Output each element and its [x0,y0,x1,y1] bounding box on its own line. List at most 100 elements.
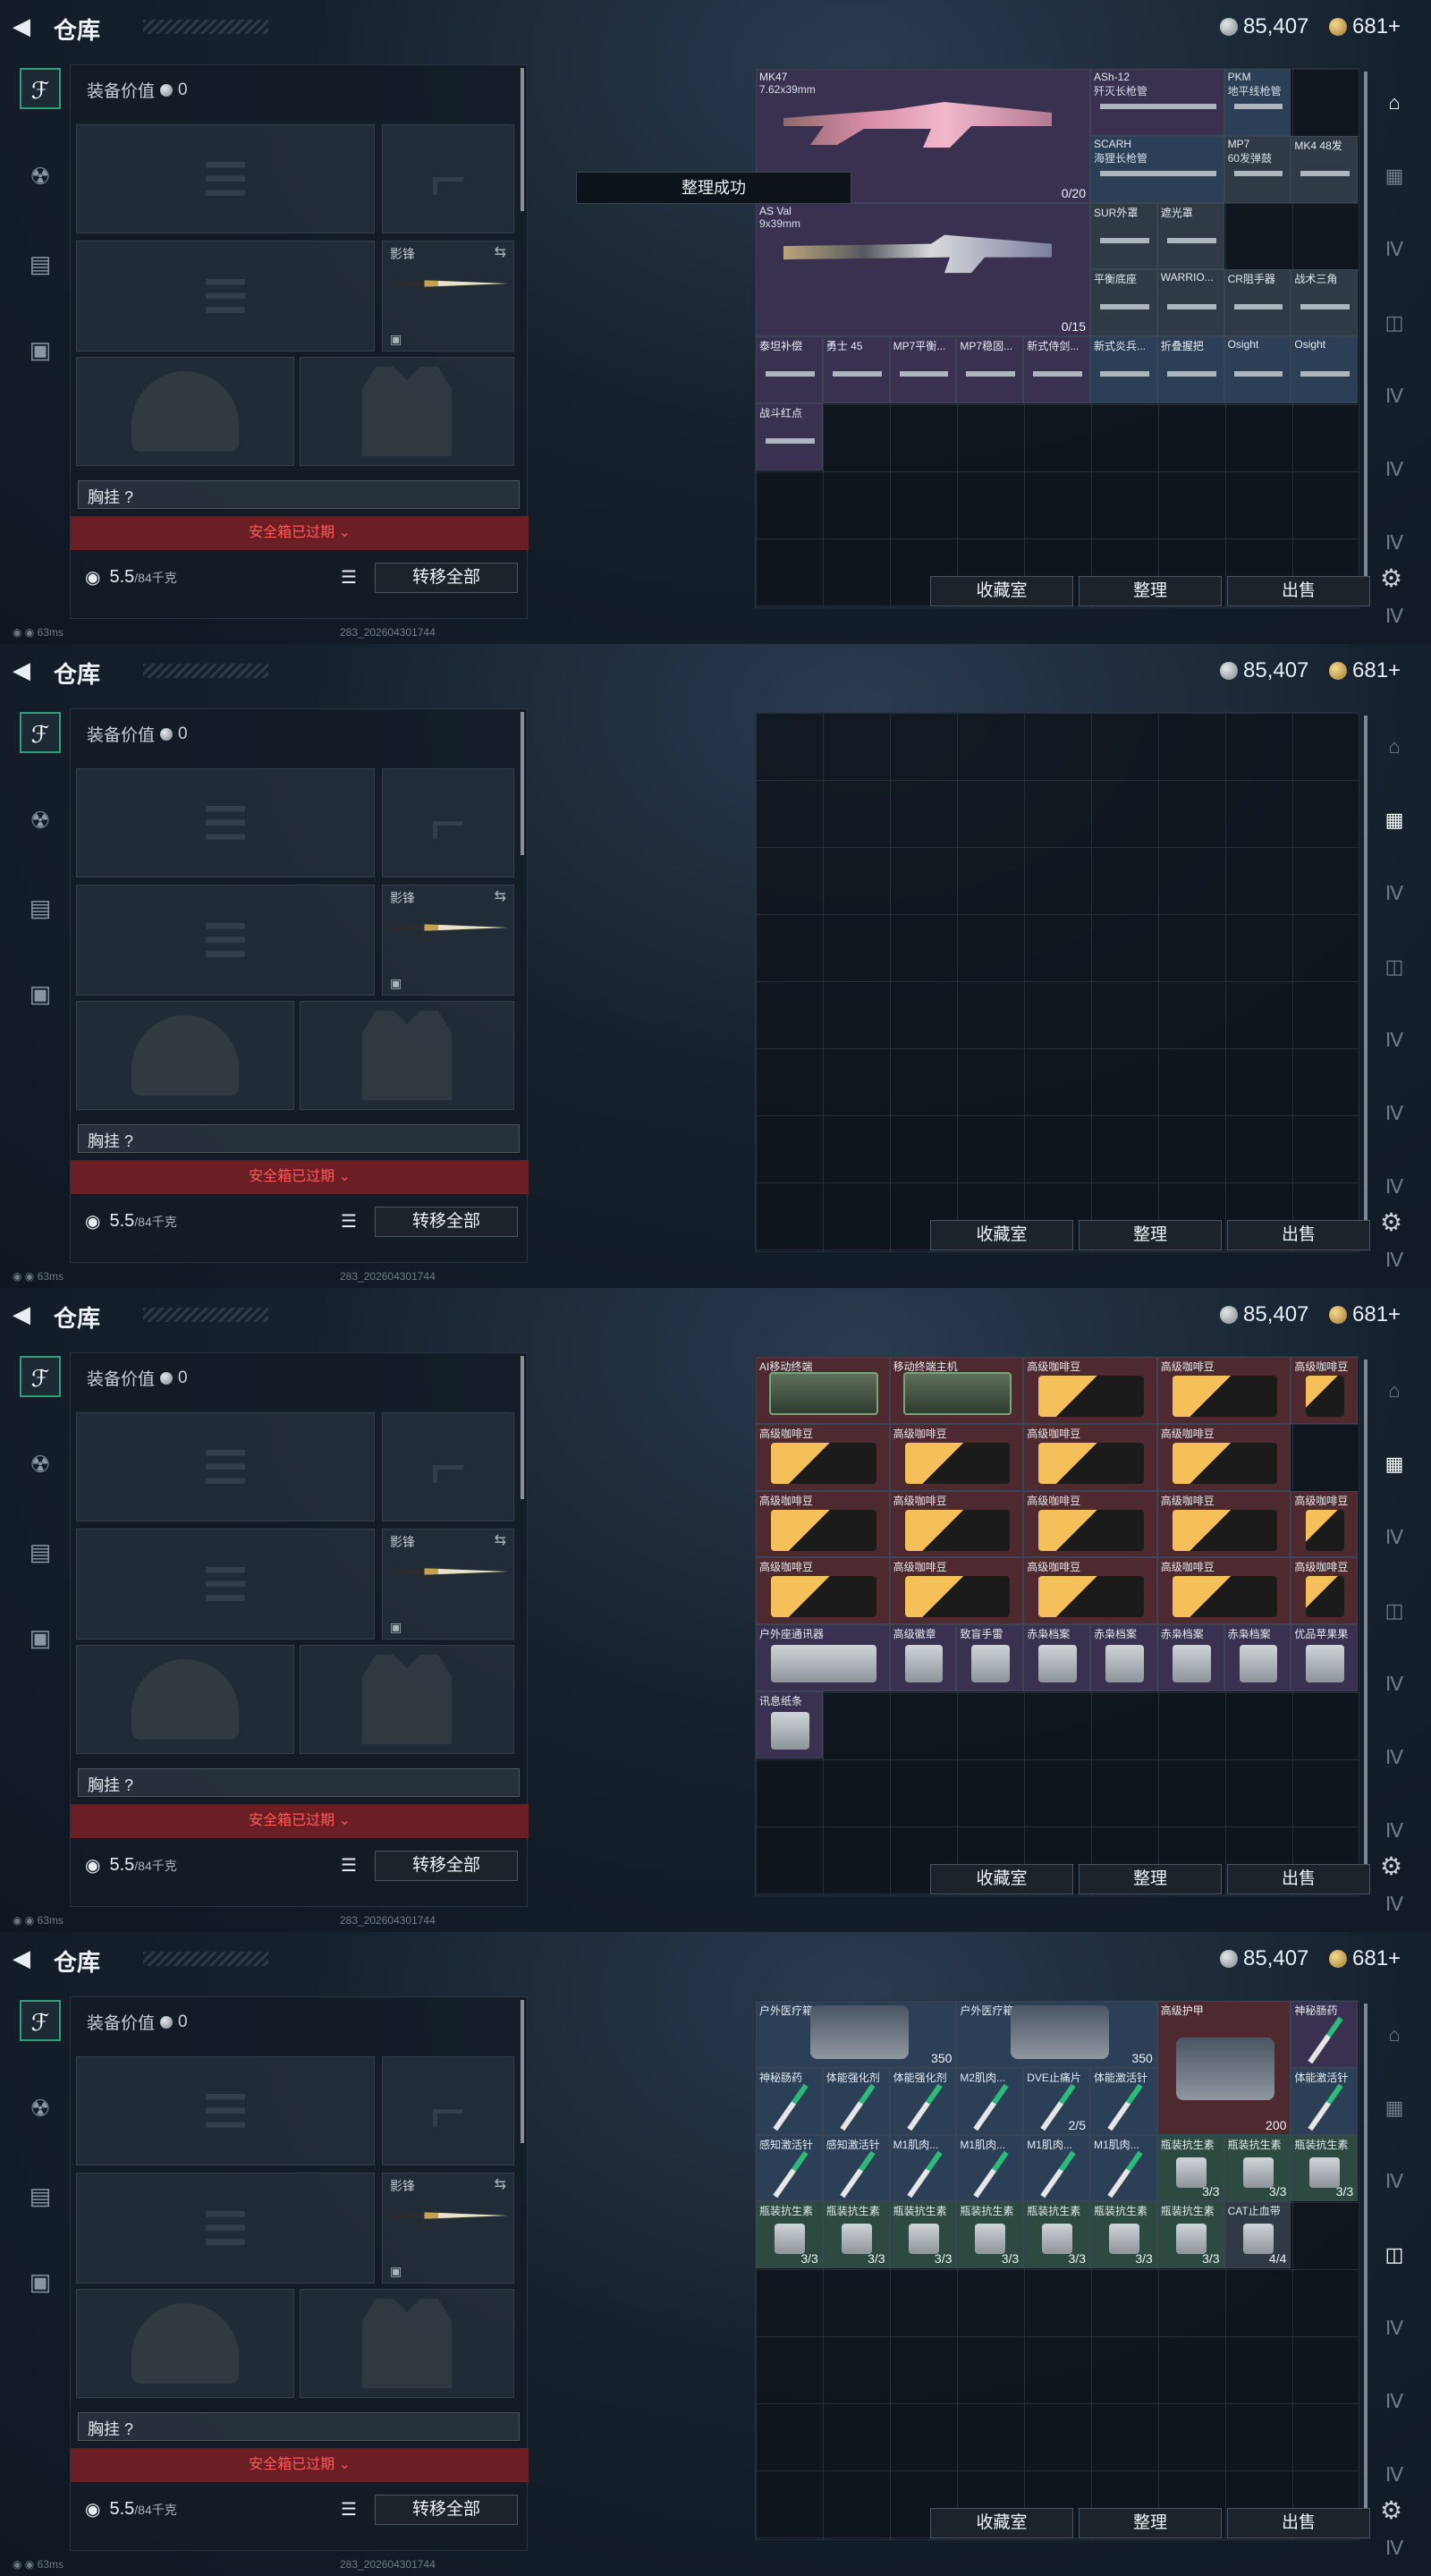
attachment-filter-icon[interactable]: ◫ [1377,306,1411,340]
inventory-item[interactable]: Osight [1291,336,1359,403]
inventory-item[interactable]: 体能强化剂 [889,2067,957,2135]
list-icon[interactable]: ☰ [341,1210,357,1233]
level-iv-filter-icon[interactable]: Ⅳ [1377,1667,1411,1701]
loadout-scrollbar[interactable] [521,1356,524,1499]
chest-rig-slot[interactable]: 胸挂 ? [78,1124,520,1153]
collection-room-button[interactable]: 收藏室 [930,1864,1073,1894]
backpack-tab-icon[interactable]: ▤ [20,243,61,284]
inventory-item[interactable]: MP7平衡... [889,336,957,403]
inventory-item[interactable]: M2肌肉... [956,2067,1024,2135]
inventory-item[interactable]: CR阻手器 [1224,269,1291,337]
attachment-filter-icon[interactable]: ◫ [1377,950,1411,984]
collection-room-button[interactable]: 收藏室 [930,1220,1073,1250]
level-iv-filter-icon[interactable]: Ⅳ [1377,526,1411,560]
inventory-item[interactable]: 高级咖啡豆 [889,1490,1024,1558]
inventory-item[interactable]: 瓶装抗生素 3/3 [756,2201,823,2269]
gold-currency[interactable]: 681+ [1329,14,1401,39]
transfer-all-button[interactable]: 转移全部 [375,1207,518,1237]
inventory-item[interactable]: 瓶装抗生素 3/3 [1156,2201,1224,2269]
case-tab-icon[interactable]: ▣ [20,329,61,370]
inventory-item[interactable]: 瓶装抗生素 3/3 [1291,2134,1359,2202]
back-arrow-icon[interactable]: ◀ [13,13,39,39]
level-iv-filter-icon[interactable]: Ⅳ [1377,2165,1411,2199]
helmet-slot[interactable] [76,1645,294,1754]
list-icon[interactable]: ☰ [341,566,357,589]
loadout-scrollbar[interactable] [521,2000,524,2143]
helmet-slot[interactable] [76,357,294,466]
inventory-item[interactable]: M1肌肉... [1090,2134,1157,2202]
inventory-item[interactable]: 赤枭档案 [1156,1624,1224,1691]
loadout-scrollbar[interactable] [521,712,524,855]
sort-button[interactable]: 整理 [1079,2508,1222,2538]
secondary-weapon-slot[interactable]: ≡ [76,885,375,996]
melee-slot[interactable]: 影锋 ⇆ ▣ [382,885,514,996]
armor-slot[interactable] [300,1645,514,1754]
inventory-item[interactable]: 高级咖啡豆 [1023,1557,1157,1625]
inventory-item[interactable]: 移动终端主机 [889,1357,1024,1424]
weapon-filter-icon[interactable]: ▦ [1377,159,1411,193]
level-iv-filter-icon[interactable]: Ⅳ [1377,1521,1411,1555]
inventory-item[interactable]: M1肌肉... [889,2134,957,2202]
pistol-slot[interactable]: ⌐ [382,768,514,877]
sell-button[interactable]: 出售 [1227,576,1370,606]
inventory-item[interactable]: 瓶装抗生素 3/3 [1156,2134,1224,2202]
inventory-item[interactable]: 战术三角 [1291,269,1359,337]
sort-button[interactable]: 整理 [1079,1864,1222,1894]
inventory-item[interactable]: 体能激活针 [1090,2067,1157,2135]
inventory-item[interactable]: 新式侍剑... [1023,336,1090,403]
backpack-tab-icon[interactable]: ▤ [20,887,61,928]
vault-filter-icon[interactable]: ⌂ [1377,1374,1411,1408]
inventory-item[interactable]: 赤枭档案 [1023,1624,1090,1691]
gear-icon[interactable]: ⚙ [1380,1852,1402,1881]
melee-slot[interactable]: 影锋 ⇆ ▣ [382,2173,514,2284]
helmet-slot[interactable] [76,2289,294,2398]
attachment-filter-icon[interactable]: ◫ [1377,1594,1411,1628]
secondary-weapon-slot[interactable]: ≡ [76,1529,375,1640]
back-arrow-icon[interactable]: ◀ [13,1301,39,1327]
melee-slot[interactable]: 影锋 ⇆ ▣ [382,1529,514,1640]
pistol-slot[interactable]: ⌐ [382,1412,514,1521]
vault-filter-icon[interactable]: ⌂ [1377,730,1411,764]
inventory-item[interactable]: 户外座通讯器 [756,1624,890,1691]
level-iv-filter-icon[interactable]: Ⅳ [1377,1887,1411,1921]
warehouse-scrollbar[interactable] [1364,1360,1367,1869]
sell-button[interactable]: 出售 [1227,2508,1370,2538]
inventory-item[interactable]: 高级护甲 200 [1156,2001,1291,2135]
level-iv-filter-icon[interactable]: Ⅳ [1377,1814,1411,1848]
inventory-item[interactable]: 户外医疗箱 350 [956,2001,1157,2068]
transfer-all-button[interactable]: 转移全部 [375,1851,518,1881]
inventory-item[interactable]: SCARH 海狸长枪管 [1090,135,1224,203]
inventory-item[interactable]: 高级咖啡豆 [1023,1423,1157,1491]
inventory-item[interactable]: 瓶装抗生素 3/3 [1224,2134,1291,2202]
inventory-item[interactable]: M1肌肉... [956,2134,1024,2202]
armor-tab-icon[interactable]: ☢ [20,156,61,197]
chest-rig-slot[interactable]: 胸挂 ? [78,1768,520,1797]
inventory-item[interactable]: MK4 48发 [1291,135,1359,203]
safe-box-expired[interactable]: 安全箱已过期 ⌄ [71,1804,529,1838]
secondary-weapon-slot[interactable]: ≡ [76,2173,375,2284]
inventory-item[interactable]: 高级咖啡豆 [756,1557,890,1625]
melee-slot[interactable]: 影锋 ⇆ ▣ [382,241,514,352]
back-arrow-icon[interactable]: ◀ [13,1945,39,1971]
swap-icon[interactable]: ⇆ [495,1531,506,1549]
gold-currency[interactable]: 681+ [1329,1302,1401,1327]
gun-tab-icon[interactable]: ℱ [20,2000,61,2041]
inventory-item[interactable]: 赤枭档案 [1224,1624,1291,1691]
inventory-item[interactable]: 高级咖啡豆 [756,1490,890,1558]
secondary-weapon-slot[interactable]: ≡ [76,241,375,352]
inventory-item[interactable]: 高级咖啡豆 [1023,1357,1157,1424]
inventory-item[interactable]: 折叠握把 [1156,336,1224,403]
inventory-item[interactable]: 瓶装抗生素 3/3 [1023,2201,1090,2269]
inventory-item[interactable]: 高级咖啡豆 [1023,1490,1157,1558]
list-icon[interactable]: ☰ [341,2498,357,2521]
inventory-item[interactable]: 讯息纸条 [756,1691,823,1758]
swap-icon[interactable]: ⇆ [495,2175,506,2193]
sort-button[interactable]: 整理 [1079,1220,1222,1250]
inventory-item[interactable]: 泰坦补偿 [756,336,823,403]
level-iv-filter-icon[interactable]: Ⅳ [1377,1243,1411,1277]
primary-weapon-slot[interactable]: ≡ [76,768,375,877]
safe-box-expired[interactable]: 安全箱已过期 ⌄ [71,1160,529,1194]
level-iv-filter-icon[interactable]: Ⅳ [1377,877,1411,911]
safe-box-expired[interactable]: 安全箱已过期 ⌄ [71,2448,529,2482]
armor-tab-icon[interactable]: ☢ [20,800,61,841]
